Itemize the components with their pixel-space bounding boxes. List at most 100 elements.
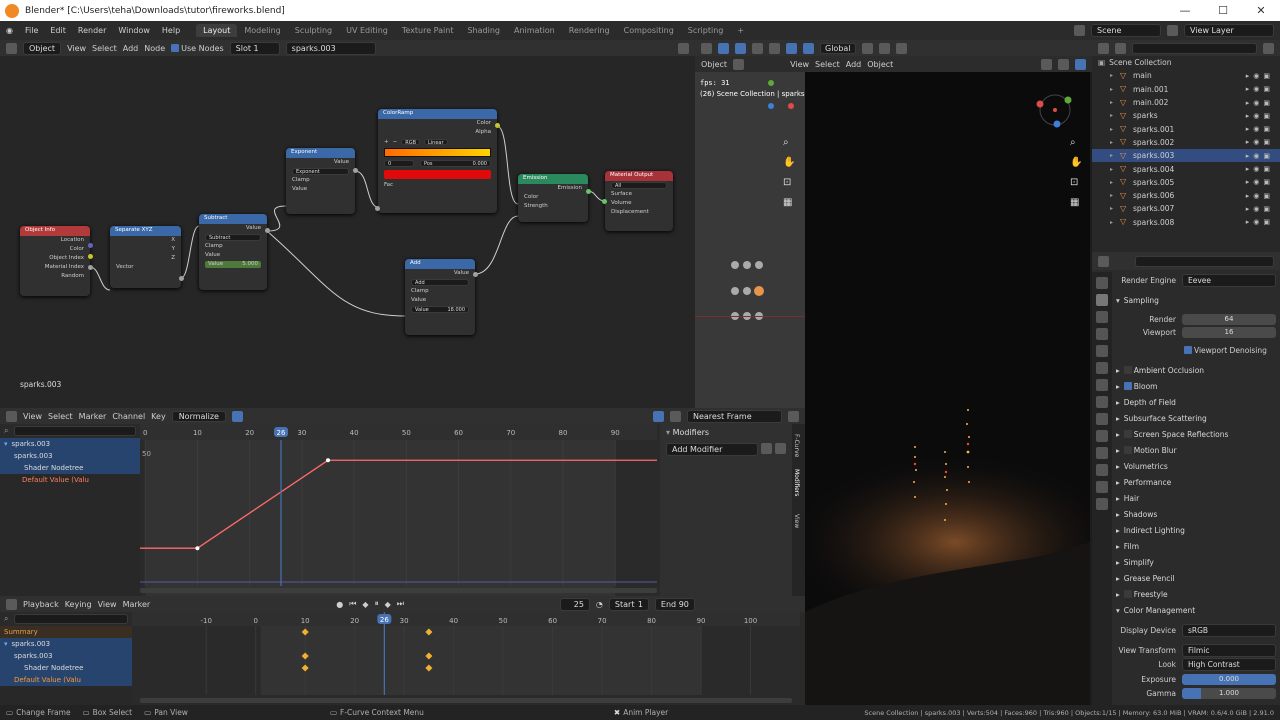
node-colorramp[interactable]: ColorRamp Color Alpha + − RGB Linear 0 P… <box>378 109 497 213</box>
menu-window[interactable]: Window <box>112 26 156 35</box>
workspace-tab-uv-editing[interactable]: UV Editing <box>339 24 395 37</box>
socket[interactable] <box>473 272 478 277</box>
look-dropdown[interactable]: High Contrast <box>1182 657 1276 671</box>
visibility-toggle-icon[interactable]: ▸◉▣ <box>1246 112 1274 120</box>
workspace-tab-animation[interactable]: Animation <box>507 24 562 37</box>
editor-type-icon[interactable] <box>6 410 17 422</box>
expand-icon[interactable]: ▸ <box>1110 152 1120 159</box>
menu-help[interactable]: Help <box>156 26 186 35</box>
node-menu-view[interactable]: View <box>67 44 86 53</box>
end-frame-field[interactable]: End 90 <box>654 597 695 611</box>
select-mode-icon[interactable] <box>735 42 746 54</box>
visibility-toggle-icon[interactable]: ▸◉▣ <box>1246 205 1274 213</box>
workspace-tab-scripting[interactable]: Scripting <box>681 24 731 37</box>
outliner-item[interactable]: ▸ ▽ sparks.002 ▸◉▣ <box>1092 136 1280 149</box>
add-modifier-dropdown[interactable]: Add Modifier <box>666 443 758 456</box>
filter-icon[interactable] <box>231 410 243 422</box>
panel-header[interactable]: ▸ Ambient Occlusion <box>1116 363 1276 377</box>
socket[interactable] <box>88 265 93 270</box>
dopesheet-canvas[interactable]: -10 0 10 20 30 40 50 60 70 80 90 100 26 <box>132 612 800 705</box>
outliner-item[interactable]: ▸ ▽ sparks.006 ▸◉▣ <box>1092 189 1280 202</box>
exponent-operation-dropdown[interactable]: Exponent <box>292 168 349 175</box>
channel-object[interactable]: ▾ sparks.003 <box>0 638 132 650</box>
subtract-value-field[interactable]: Value 5.000 <box>205 261 261 268</box>
graph-editor[interactable]: ⌕ ▾ sparks.003 sparks.003 Shader Nodetree… <box>0 424 805 596</box>
workspace-tab-modeling[interactable]: Modeling <box>237 24 287 37</box>
editor-type-icon[interactable] <box>6 42 17 54</box>
expand-icon[interactable]: ▸ <box>1110 192 1120 199</box>
panel-header[interactable]: ▸ Bloom <box>1116 379 1276 393</box>
texture-tab-icon[interactable] <box>1096 498 1108 510</box>
graph-menu-view[interactable]: View <box>23 412 42 421</box>
stop-color-swatch[interactable] <box>384 170 491 179</box>
modifier-tab-icon[interactable] <box>1096 396 1108 408</box>
outliner-search-input[interactable] <box>1132 42 1257 54</box>
material-name-field[interactable]: sparks.003 <box>285 41 376 55</box>
workspace-tab-shading[interactable]: Shading <box>460 24 507 37</box>
jump-start-icon[interactable]: ⏮ <box>349 599 356 609</box>
horizontal-scrollbar[interactable] <box>140 588 657 593</box>
viewport-samples-field[interactable]: 16 <box>1182 326 1276 338</box>
socket[interactable] <box>88 243 93 248</box>
gamma-slider[interactable]: 1.000 <box>1182 687 1276 699</box>
select-mode-icon[interactable] <box>752 42 763 54</box>
output-target-dropdown[interactable]: All <box>611 182 667 189</box>
play-icon[interactable] <box>786 42 797 54</box>
expand-icon[interactable]: ▸ <box>1110 205 1120 212</box>
outliner-item[interactable]: ▸ ▽ sparks.007 ▸◉▣ <box>1092 202 1280 215</box>
viewport-denoising-checkbox[interactable]: Viewport Denoising <box>1116 343 1276 357</box>
filter-icon[interactable] <box>1263 42 1274 54</box>
pivot-icon[interactable] <box>861 42 873 54</box>
expand-icon[interactable]: ▸ <box>1110 112 1120 119</box>
node-menu-add[interactable]: Add <box>123 44 139 53</box>
render-tab-icon[interactable] <box>1096 294 1108 306</box>
outliner-item[interactable]: ▸ ▽ main.002 ▸◉▣ <box>1092 96 1280 109</box>
outliner-item[interactable]: ▸ ▽ main.001 ▸◉▣ <box>1092 83 1280 96</box>
panel-header[interactable]: ▸ Simplify <box>1116 555 1276 569</box>
camera-view-icon[interactable]: ⊡ <box>1070 177 1078 188</box>
search-icon[interactable]: ⌕ <box>4 614 8 624</box>
node-emission[interactable]: Emission Emission Color Strength <box>518 174 588 222</box>
panel-header[interactable]: ▸ Motion Blur <box>1116 443 1276 457</box>
snap-icon[interactable] <box>878 42 890 54</box>
socket[interactable] <box>495 123 500 128</box>
panel-enable-checkbox[interactable] <box>1123 430 1132 438</box>
tab-fcurve[interactable]: F-Curve <box>793 434 800 457</box>
expand-icon[interactable]: ▸ <box>1110 72 1120 79</box>
workspace-tab-sculpting[interactable]: Sculpting <box>288 24 339 37</box>
search-icon[interactable]: ⌕ <box>4 426 8 436</box>
select-mode-icon[interactable] <box>803 42 814 54</box>
panel-header[interactable]: ▸ Volumetrics <box>1116 459 1276 473</box>
node-separate-xyz[interactable]: Separate XYZ X Y Z Vector <box>110 226 181 288</box>
add-workspace-button[interactable]: + <box>730 24 751 37</box>
minimize-button[interactable]: — <box>1166 4 1204 17</box>
clock-icon[interactable]: ◔ <box>596 600 603 609</box>
expand-icon[interactable]: ▾ <box>4 440 8 448</box>
visibility-toggle-icon[interactable]: ▸◉▣ <box>1246 99 1274 107</box>
visibility-toggle-icon[interactable]: ▸◉▣ <box>1246 218 1274 226</box>
tool-tab-icon[interactable] <box>1096 277 1108 289</box>
blender-menu-icon[interactable]: ◉ <box>0 26 19 35</box>
frame-ruler[interactable] <box>140 424 657 440</box>
keyframe-point[interactable] <box>195 546 200 551</box>
viewport-menu-add[interactable]: Add <box>846 60 862 69</box>
pause-icon[interactable]: ⏸ <box>375 599 379 609</box>
socket[interactable] <box>179 276 184 281</box>
menu-render[interactable]: Render <box>72 26 112 35</box>
zoom-icon[interactable]: ⌕ <box>783 137 789 148</box>
visibility-toggle-icon[interactable]: ▸◉▣ <box>1246 152 1274 160</box>
panel-header[interactable]: ▸ Screen Space Reflections <box>1116 427 1276 441</box>
panel-header[interactable]: ▸ Indirect Lighting <box>1116 523 1276 537</box>
node-menu-node[interactable]: Node <box>144 44 165 53</box>
normalize-toggle[interactable]: Normalize <box>171 410 226 422</box>
horizontal-scrollbar[interactable] <box>140 698 792 703</box>
channel-object[interactable]: ▾ sparks.003 <box>0 438 140 450</box>
expand-icon[interactable]: ▾ <box>4 640 8 648</box>
panel-header[interactable]: ▸ Shadows <box>1116 507 1276 521</box>
interpolation-dropdown[interactable]: Linear <box>424 139 448 146</box>
visibility-toggle-icon[interactable]: ▸◉▣ <box>1246 192 1274 200</box>
view-transform-dropdown[interactable]: Filmic <box>1182 643 1276 657</box>
expand-icon[interactable]: ▸ <box>1110 166 1120 173</box>
viewport-menu-select[interactable]: Select <box>815 60 840 69</box>
view-layer-selector[interactable]: View Layer <box>1184 24 1274 37</box>
